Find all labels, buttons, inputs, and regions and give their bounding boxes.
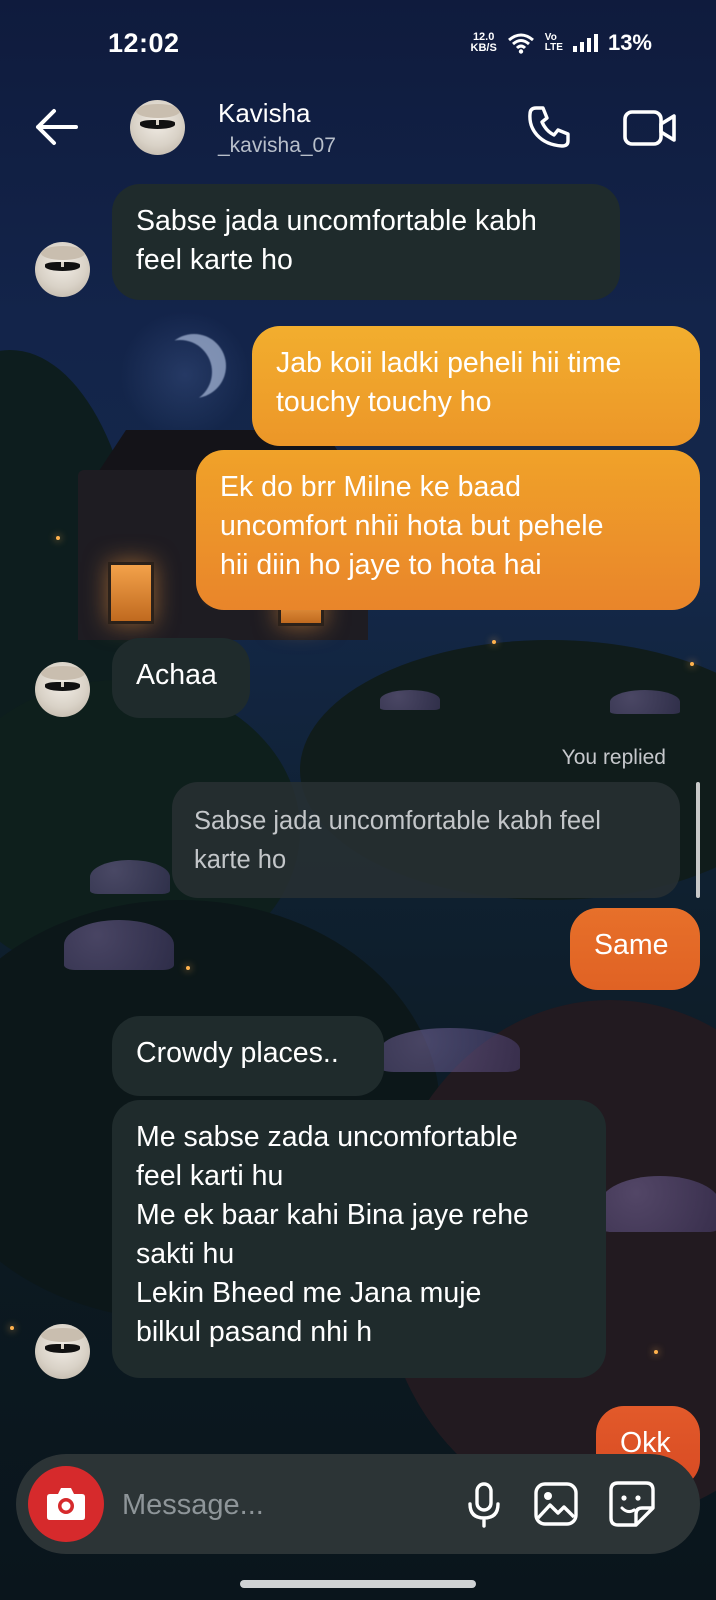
status-time: 12:02 <box>108 28 180 58</box>
outgoing-message[interactable]: Ek do brr Milne ke baad uncomfort nhii h… <box>196 450 700 610</box>
contact-username[interactable]: _kavisha_07 <box>218 134 336 158</box>
chat-header: Kavisha _kavisha_07 <box>0 90 716 170</box>
signal-icon <box>572 34 598 52</box>
sticker-icon[interactable] <box>606 1478 658 1530</box>
avatar[interactable] <box>35 662 90 717</box>
contact-name[interactable]: Kavisha <box>218 98 311 129</box>
home-indicator[interactable] <box>240 1580 476 1588</box>
volte-indicator: Vo LTE <box>544 32 563 53</box>
incoming-message[interactable]: Crowdy places.. <box>112 1016 384 1096</box>
message-input[interactable] <box>120 1476 424 1534</box>
network-speed: 12.0 KB/S <box>470 31 497 54</box>
reply-label: You replied <box>561 746 666 769</box>
avatar[interactable] <box>130 100 185 155</box>
outgoing-message[interactable]: Jab koii ladki peheli hii time touchy to… <box>252 326 700 446</box>
moon-decoration <box>148 340 212 404</box>
camera-button[interactable] <box>28 1466 104 1542</box>
camera-icon <box>47 1488 85 1520</box>
battery-percent: 13% <box>607 30 652 55</box>
status-icons: 12.0 KB/S Vo LTE 13% <box>471 30 652 56</box>
back-arrow-icon[interactable] <box>30 104 82 150</box>
message-composer <box>16 1454 700 1554</box>
status-bar: 12:02 12.0 KB/S Vo LTE 13% <box>0 0 716 90</box>
avatar[interactable] <box>35 1324 90 1379</box>
avatar[interactable] <box>35 242 90 297</box>
gallery-icon[interactable] <box>530 1478 582 1530</box>
incoming-message[interactable]: Achaa <box>112 638 250 718</box>
video-camera-icon[interactable] <box>622 104 678 152</box>
incoming-message[interactable]: Me sabse zada uncomfortable feel karti h… <box>112 1100 606 1378</box>
quote-bar <box>696 782 700 898</box>
phone-icon[interactable] <box>524 102 574 152</box>
microphone-icon[interactable] <box>458 1478 510 1530</box>
incoming-message[interactable]: Sabse jada uncomfortable kabh feel karte… <box>112 184 620 300</box>
wifi-icon <box>507 33 534 54</box>
outgoing-message[interactable]: Same <box>570 908 700 990</box>
quoted-message[interactable]: Sabse jada uncomfortable kabh feel karte… <box>172 782 680 898</box>
